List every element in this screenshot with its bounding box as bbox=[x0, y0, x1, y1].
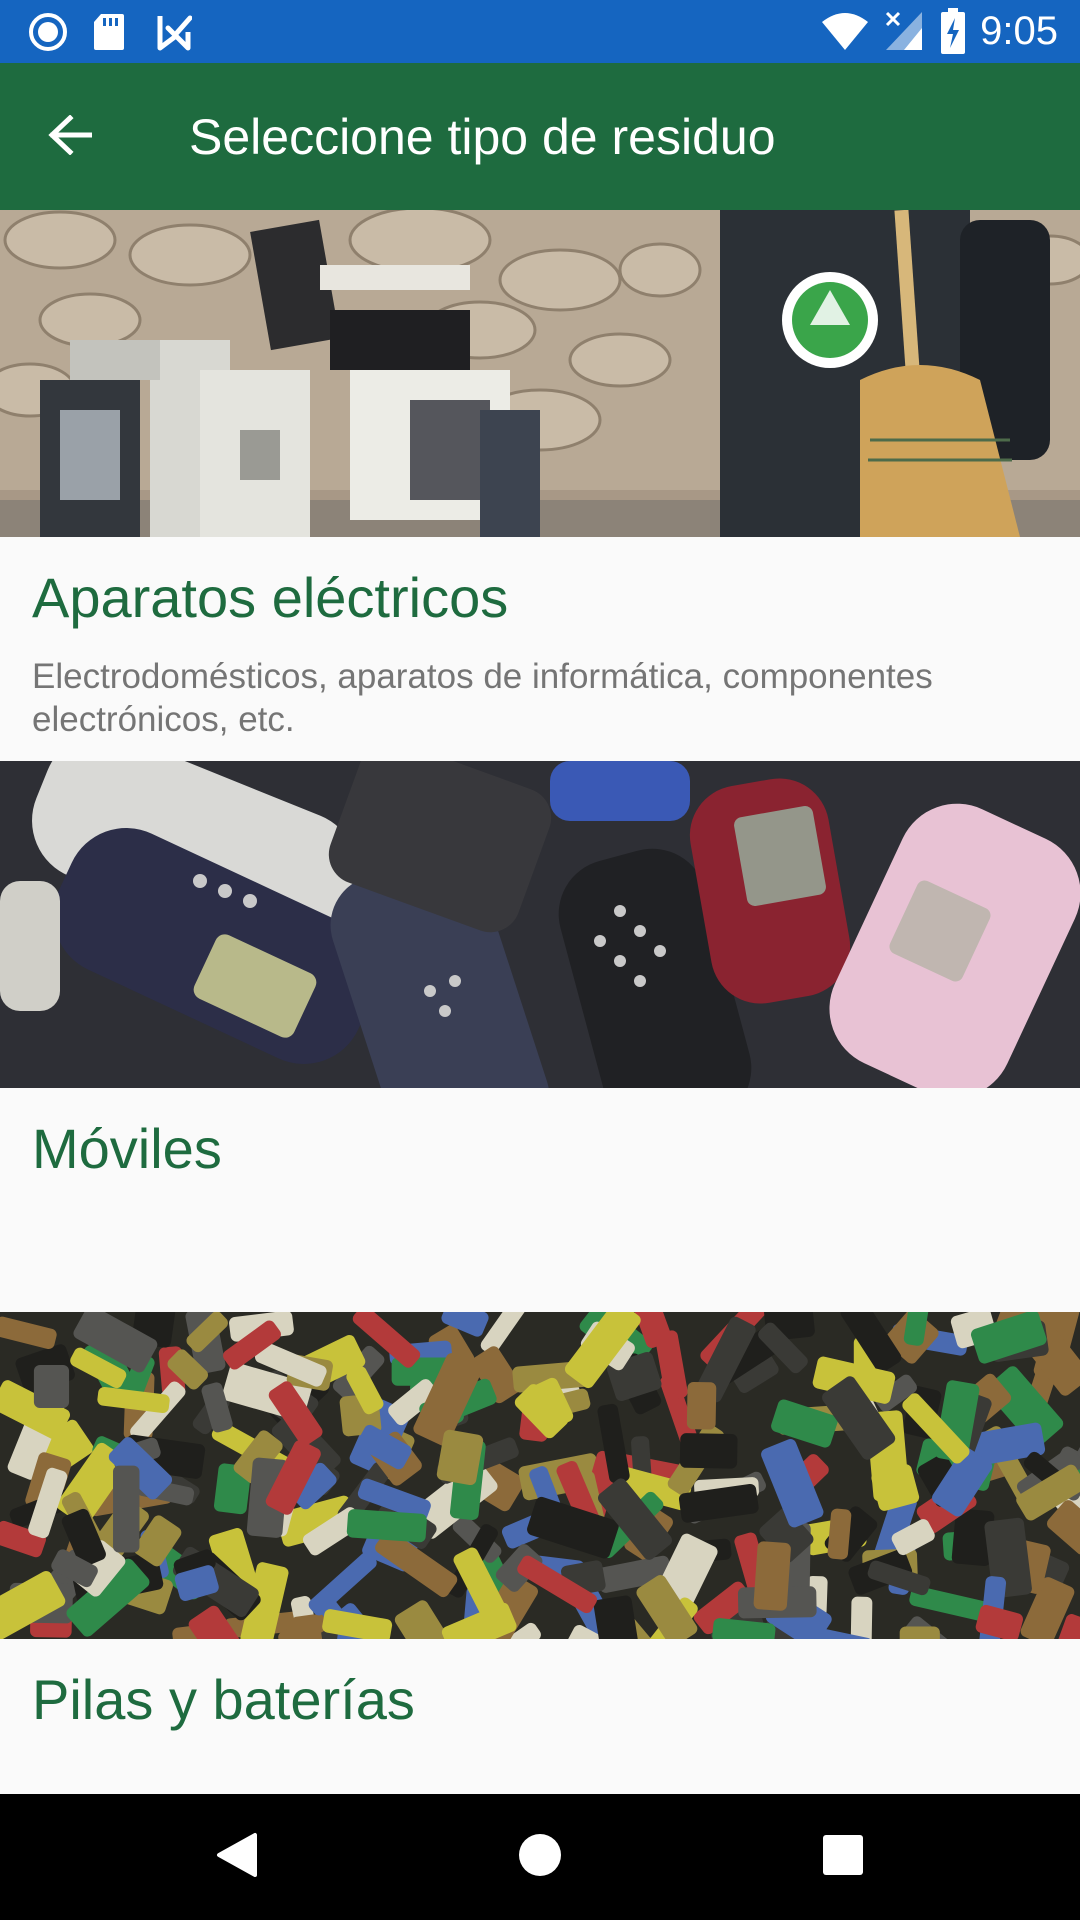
app-bar: Seleccione tipo de residuo bbox=[0, 63, 1080, 210]
waste-type-title: Pilas y baterías bbox=[32, 1668, 415, 1731]
waste-type-description: Electrodomésticos, aparatos de informáti… bbox=[32, 657, 933, 739]
nav-recents-button[interactable] bbox=[810, 1824, 876, 1890]
clock: 9:05 bbox=[980, 9, 1058, 53]
sd-card-icon bbox=[92, 12, 126, 52]
recents-square-icon bbox=[822, 1834, 864, 1881]
home-circle-icon bbox=[517, 1832, 563, 1883]
sync-circle-icon bbox=[28, 12, 68, 52]
batteries-photo bbox=[0, 1312, 1080, 1639]
waste-type-card-mobiles[interactable]: Móviles bbox=[0, 761, 1080, 1312]
nav-back-button[interactable] bbox=[204, 1824, 270, 1890]
wifi-icon bbox=[820, 10, 870, 50]
signal-icon bbox=[884, 10, 924, 50]
waste-type-list: Aparatos eléctricos Electrodomésticos, a… bbox=[0, 210, 1080, 1794]
page-title: Seleccione tipo de residuo bbox=[189, 109, 776, 165]
waste-type-card-electrical[interactable]: Aparatos eléctricos Electrodomésticos, a… bbox=[0, 210, 1080, 761]
navigation-bar bbox=[0, 1794, 1080, 1920]
back-triangle-icon bbox=[215, 1831, 259, 1884]
battery-charging-icon bbox=[940, 8, 966, 54]
nav-home-button[interactable] bbox=[507, 1824, 573, 1890]
back-button[interactable] bbox=[30, 97, 110, 177]
arrow-back-icon bbox=[48, 113, 93, 160]
mobile-phones-photo bbox=[0, 761, 1080, 1088]
waste-type-title: Móviles bbox=[32, 1117, 222, 1180]
waste-type-title: Aparatos eléctricos bbox=[32, 566, 509, 629]
waste-type-card-batteries[interactable]: Pilas y baterías bbox=[0, 1312, 1080, 1794]
electronic-waste-photo bbox=[0, 210, 1080, 537]
status-bar: 9:05 bbox=[0, 0, 1080, 63]
checkbox-flag-icon bbox=[156, 12, 193, 52]
